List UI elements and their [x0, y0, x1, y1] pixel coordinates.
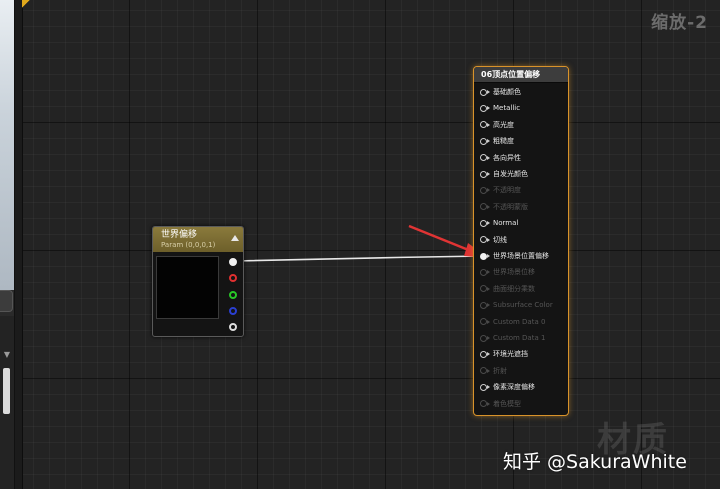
input-pin-icon[interactable] [480, 104, 490, 112]
material-input-label: 世界场景位置偏移 [493, 252, 549, 260]
material-input-label: 曲面细分乘数 [493, 284, 535, 293]
panel-toggle-button[interactable] [0, 290, 13, 312]
material-input-row[interactable]: Subsurface Color [480, 298, 553, 312]
output-pin-rgba[interactable] [229, 258, 237, 266]
material-input-label: 自发光颜色 [493, 170, 528, 178]
material-input-row[interactable]: 世界场景位移 [480, 265, 535, 279]
material-input-row[interactable]: Metallic [480, 101, 520, 115]
material-input-row[interactable]: 世界场景位置偏移 [480, 249, 549, 263]
zoom-label: 缩放-2 [651, 13, 708, 33]
material-input-label: 高光度 [493, 120, 514, 129]
input-pin-icon[interactable] [480, 252, 490, 260]
left-panel: ▼ [0, 0, 15, 489]
material-input-row[interactable]: 切线 [480, 233, 507, 247]
material-input-label: 世界场景位移 [493, 268, 535, 277]
input-pin-icon[interactable] [480, 203, 490, 211]
material-input-row[interactable]: 自发光颜色 [480, 167, 528, 181]
input-pin-icon[interactable] [480, 334, 490, 342]
material-input-row[interactable]: 不透明度 [480, 183, 521, 197]
material-input-row[interactable]: 粗糙度 [480, 134, 514, 148]
material-input-row[interactable]: 环境光遮挡 [480, 347, 528, 361]
author-credit: 知乎 @SakuraWhite [503, 451, 687, 473]
input-pin-icon[interactable] [480, 383, 490, 391]
material-input-row[interactable]: 高光度 [480, 118, 514, 132]
input-pin-icon[interactable] [480, 186, 490, 194]
output-pin-a[interactable] [229, 323, 237, 331]
input-pin-icon[interactable] [480, 350, 490, 358]
output-pin-r[interactable] [229, 274, 237, 282]
output-pin-b[interactable] [229, 307, 237, 315]
material-input-label: 粗糙度 [493, 137, 514, 146]
material-input-label: Custom Data 1 [493, 334, 546, 342]
graph-corner-marker [22, 0, 30, 8]
material-input-label: Custom Data 0 [493, 317, 546, 326]
input-pin-icon[interactable] [480, 301, 490, 309]
material-input-row[interactable]: 着色模型 [480, 397, 521, 411]
material-input-label: 不透明度 [493, 186, 521, 195]
viewport-preview[interactable] [0, 0, 14, 290]
material-input-label: Normal [493, 219, 519, 228]
material-input-label: 着色模型 [493, 399, 521, 408]
param-preview-swatch [156, 256, 219, 319]
collapse-arrow-icon[interactable] [231, 235, 239, 241]
material-input-label: 不透明蒙版 [493, 202, 528, 211]
material-input-label: Subsurface Color [493, 301, 553, 310]
input-pin-icon[interactable] [480, 268, 490, 276]
input-pin-icon[interactable] [480, 170, 490, 178]
material-input-row[interactable]: Custom Data 1 [480, 331, 545, 345]
material-input-row[interactable]: 基础颜色 [480, 85, 521, 99]
material-input-label: Metallic [493, 104, 521, 113]
output-pin-g[interactable] [229, 291, 237, 299]
input-pin-icon[interactable] [480, 318, 490, 326]
material-input-row[interactable]: 折射 [480, 364, 507, 378]
param-node-header[interactable]: 世界偏移 Param (0,0,0,1) [153, 227, 243, 252]
input-pin-icon[interactable] [480, 121, 490, 129]
material-input-label: 像素深度偏移 [493, 383, 535, 392]
input-pin-icon[interactable] [480, 137, 490, 145]
material-input-row[interactable]: 曲面细分乘数 [480, 282, 535, 296]
material-input-label: 各向异性 [493, 153, 521, 162]
input-pin-icon[interactable] [480, 367, 490, 375]
material-input-row[interactable]: 像素深度偏移 [480, 380, 535, 394]
material-input-label: 切线 [493, 235, 507, 244]
input-pin-icon[interactable] [480, 285, 490, 293]
material-input-row[interactable]: Custom Data 0 [480, 315, 545, 329]
material-input-label: 环境光遮挡 [493, 350, 528, 359]
input-pin-icon[interactable] [480, 236, 490, 244]
material-input-row[interactable]: 各向异性 [480, 151, 521, 165]
param-node-subtitle: Param (0,0,0,1) [161, 241, 216, 249]
input-pin-icon[interactable] [480, 154, 490, 162]
material-input-label: 折射 [493, 366, 507, 375]
material-input-label: 基础颜色 [493, 88, 521, 96]
dropdown-arrow-icon[interactable]: ▼ [2, 350, 12, 360]
material-input-row[interactable]: Normal [480, 216, 518, 230]
scrollbar[interactable] [3, 368, 10, 414]
input-pin-icon[interactable] [480, 88, 490, 96]
material-input-row[interactable]: 不透明蒙版 [480, 200, 528, 214]
input-pin-icon[interactable] [480, 400, 490, 408]
material-result-node[interactable]: 06顶点位置偏移 基础颜色 Metallic 高光度粗糙度各向异性自发光颜色不透明度… [473, 66, 569, 416]
vector-parameter-node[interactable]: 世界偏移 Param (0,0,0,1) [152, 226, 244, 337]
input-pin-icon[interactable] [480, 219, 490, 227]
material-node-title[interactable]: 06顶点位置偏移 [474, 67, 568, 83]
